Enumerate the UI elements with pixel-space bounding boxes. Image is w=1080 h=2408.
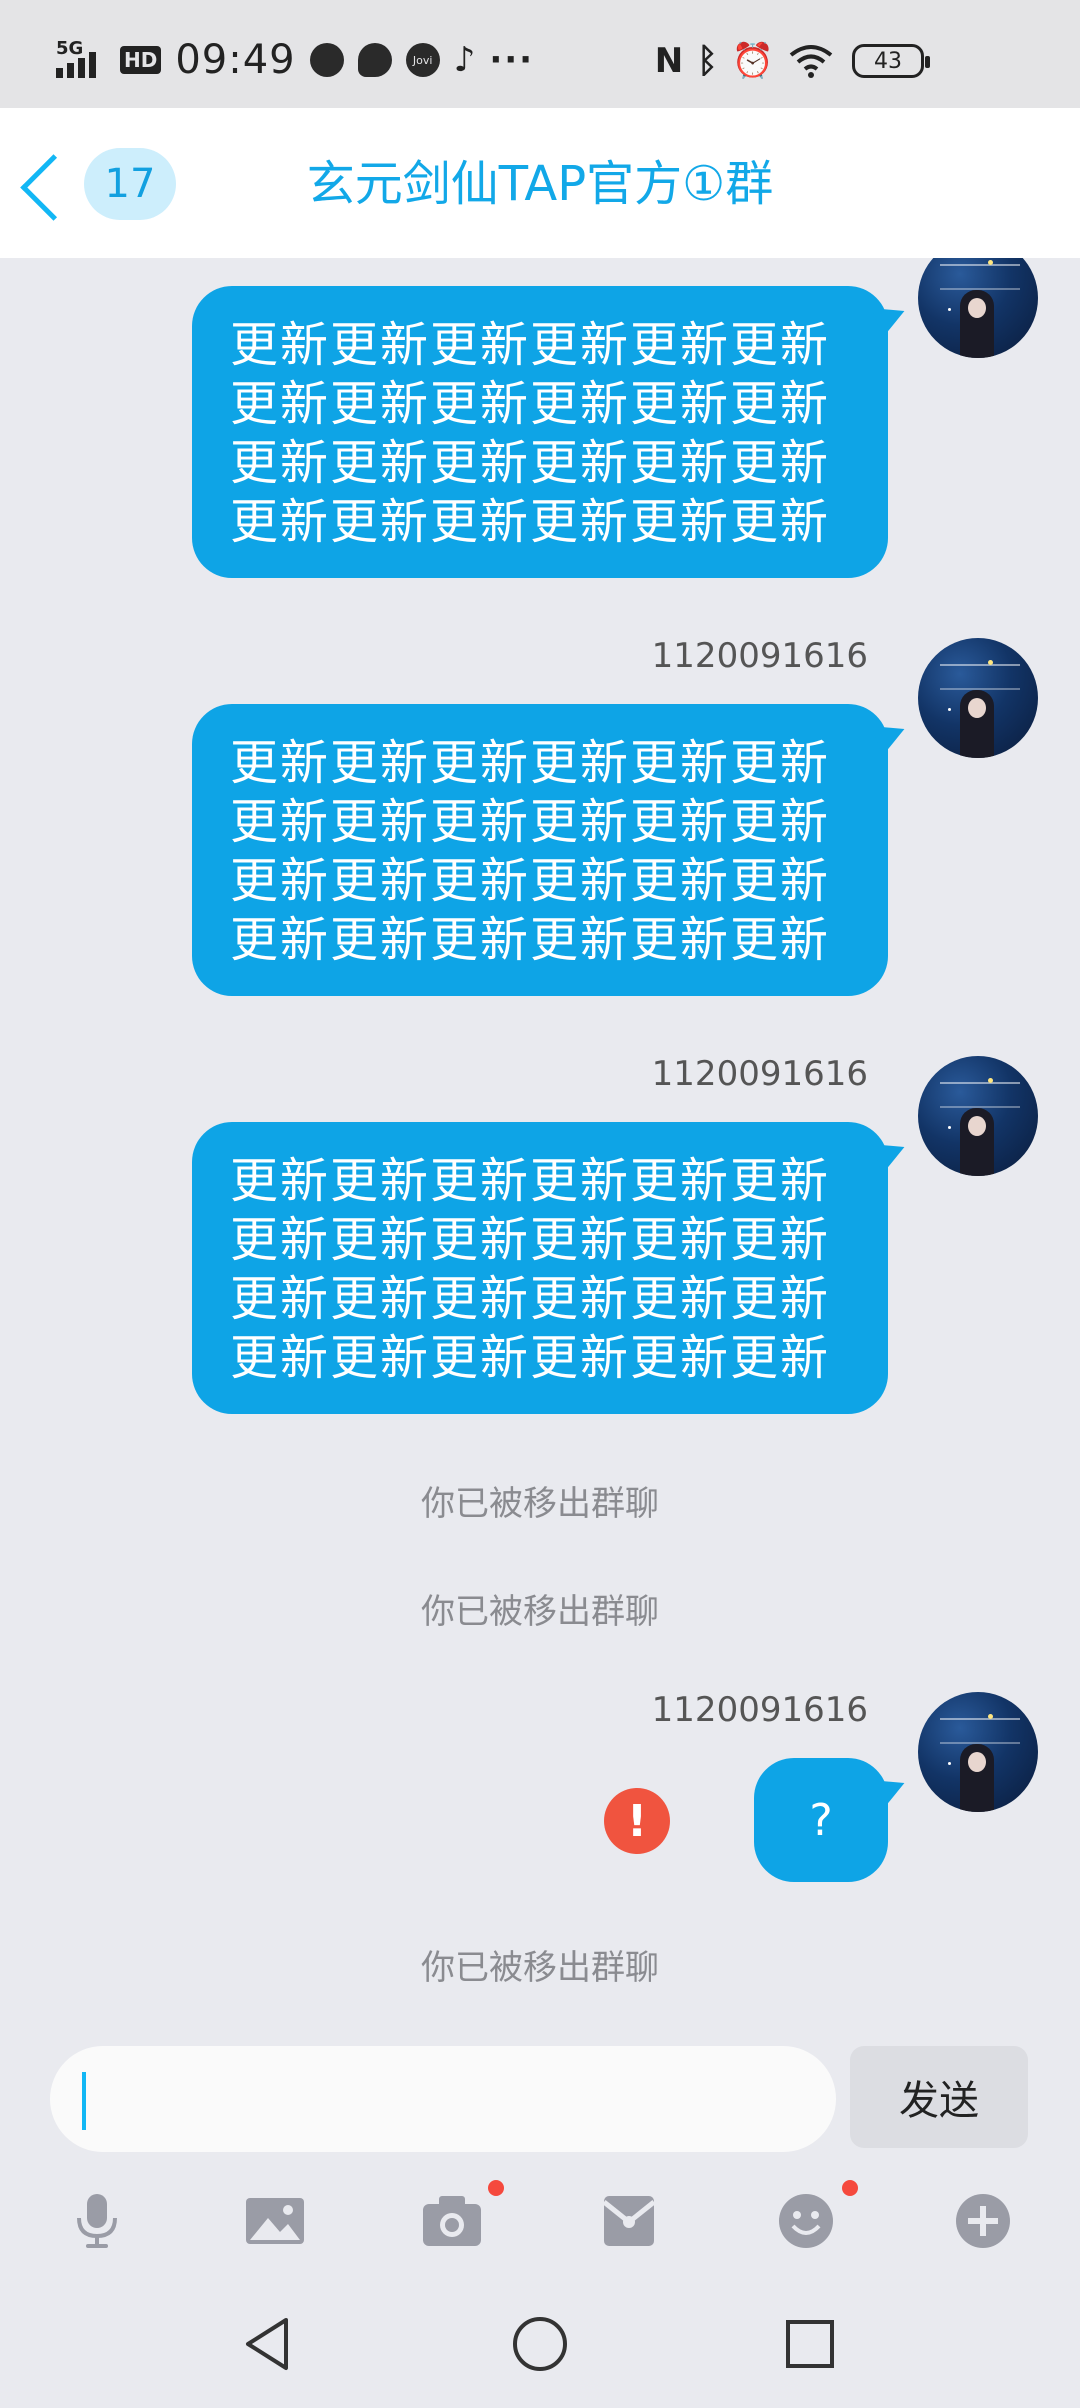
- camera-icon[interactable]: [417, 2186, 487, 2256]
- signal-icon: 5G: [56, 38, 106, 82]
- recents-square-icon[interactable]: [778, 2312, 842, 2376]
- camera-badge-dot: [488, 2180, 504, 2196]
- message-input[interactable]: [50, 2046, 836, 2152]
- sender-name: 1120091616: [651, 1690, 868, 1730]
- wifi-icon: [789, 45, 833, 78]
- clock: 09:49: [175, 37, 296, 83]
- battery-indicator: 43: [852, 44, 930, 78]
- input-bar: 发送: [0, 2030, 1080, 2160]
- message-list[interactable]: 更新更新更新更新更新更新更新更新更新更新更新更新更新更新更新更新更新更新更新更新…: [0, 258, 1080, 2030]
- message-bubble[interactable]: 更新更新更新更新更新更新更新更新更新更新更新更新更新更新更新更新更新更新更新更新…: [192, 704, 888, 996]
- status-bar: 5G HD 09:49 Jovi ♪ ··· N ᛒ ⏰ 43: [0, 0, 1080, 108]
- sender-name: 1120091616: [651, 1054, 868, 1094]
- sender-name: 1120091616: [651, 636, 868, 676]
- message-bubble[interactable]: 更新更新更新更新更新更新更新更新更新更新更新更新更新更新更新更新更新更新更新更新…: [192, 1122, 888, 1414]
- image-icon[interactable]: [240, 2186, 310, 2256]
- home-circle-icon[interactable]: [508, 2312, 572, 2376]
- microphone-icon[interactable]: [62, 2186, 132, 2256]
- jovi-icon: Jovi: [405, 43, 440, 77]
- red-packet-icon[interactable]: [594, 2186, 664, 2256]
- bluetooth-icon: ᛒ: [697, 41, 718, 81]
- chevron-left-icon[interactable]: [14, 152, 74, 222]
- input-toolbar: [0, 2160, 1080, 2282]
- text-caret: [82, 2072, 86, 2130]
- group-title[interactable]: 玄元剑仙TAP官方①群: [180, 148, 900, 220]
- app-notification-icon: [309, 43, 344, 77]
- emoji-badge-dot: [842, 2180, 858, 2196]
- network-type: 5G: [56, 38, 84, 59]
- send-button[interactable]: 发送: [850, 2046, 1028, 2148]
- chat-header: 17 玄元剑仙TAP官方①群: [0, 108, 1080, 258]
- status-left: 5G HD 09:49 Jovi ♪ ···: [56, 30, 534, 90]
- avatar[interactable]: [918, 1056, 1038, 1176]
- tiktok-icon: ♪: [453, 40, 476, 80]
- system-nav-bar: [0, 2282, 1080, 2408]
- avatar[interactable]: [918, 638, 1038, 758]
- avatar[interactable]: [918, 258, 1038, 358]
- plus-icon[interactable]: [948, 2186, 1018, 2256]
- nfc-icon: N: [654, 41, 684, 81]
- unread-count-badge[interactable]: 17: [84, 148, 176, 220]
- system-notice: 你已被移出群聊: [421, 1484, 659, 1524]
- emoji-icon[interactable]: [771, 2186, 841, 2256]
- back-triangle-icon[interactable]: [236, 2312, 300, 2376]
- avatar[interactable]: [918, 1692, 1038, 1812]
- hd-icon: HD: [120, 46, 162, 74]
- message-bubble[interactable]: ?: [754, 1758, 888, 1882]
- alarm-icon: ⏰: [731, 41, 774, 81]
- message-notification-icon: [357, 43, 392, 77]
- system-notice: 你已被移出群聊: [421, 1948, 659, 1988]
- message-bubble[interactable]: 更新更新更新更新更新更新更新更新更新更新更新更新更新更新更新更新更新更新更新更新…: [192, 286, 888, 578]
- system-notice: 你已被移出群聊: [421, 1592, 659, 1632]
- send-failed-icon[interactable]: !: [604, 1788, 670, 1854]
- more-notifications-icon: ···: [489, 40, 535, 80]
